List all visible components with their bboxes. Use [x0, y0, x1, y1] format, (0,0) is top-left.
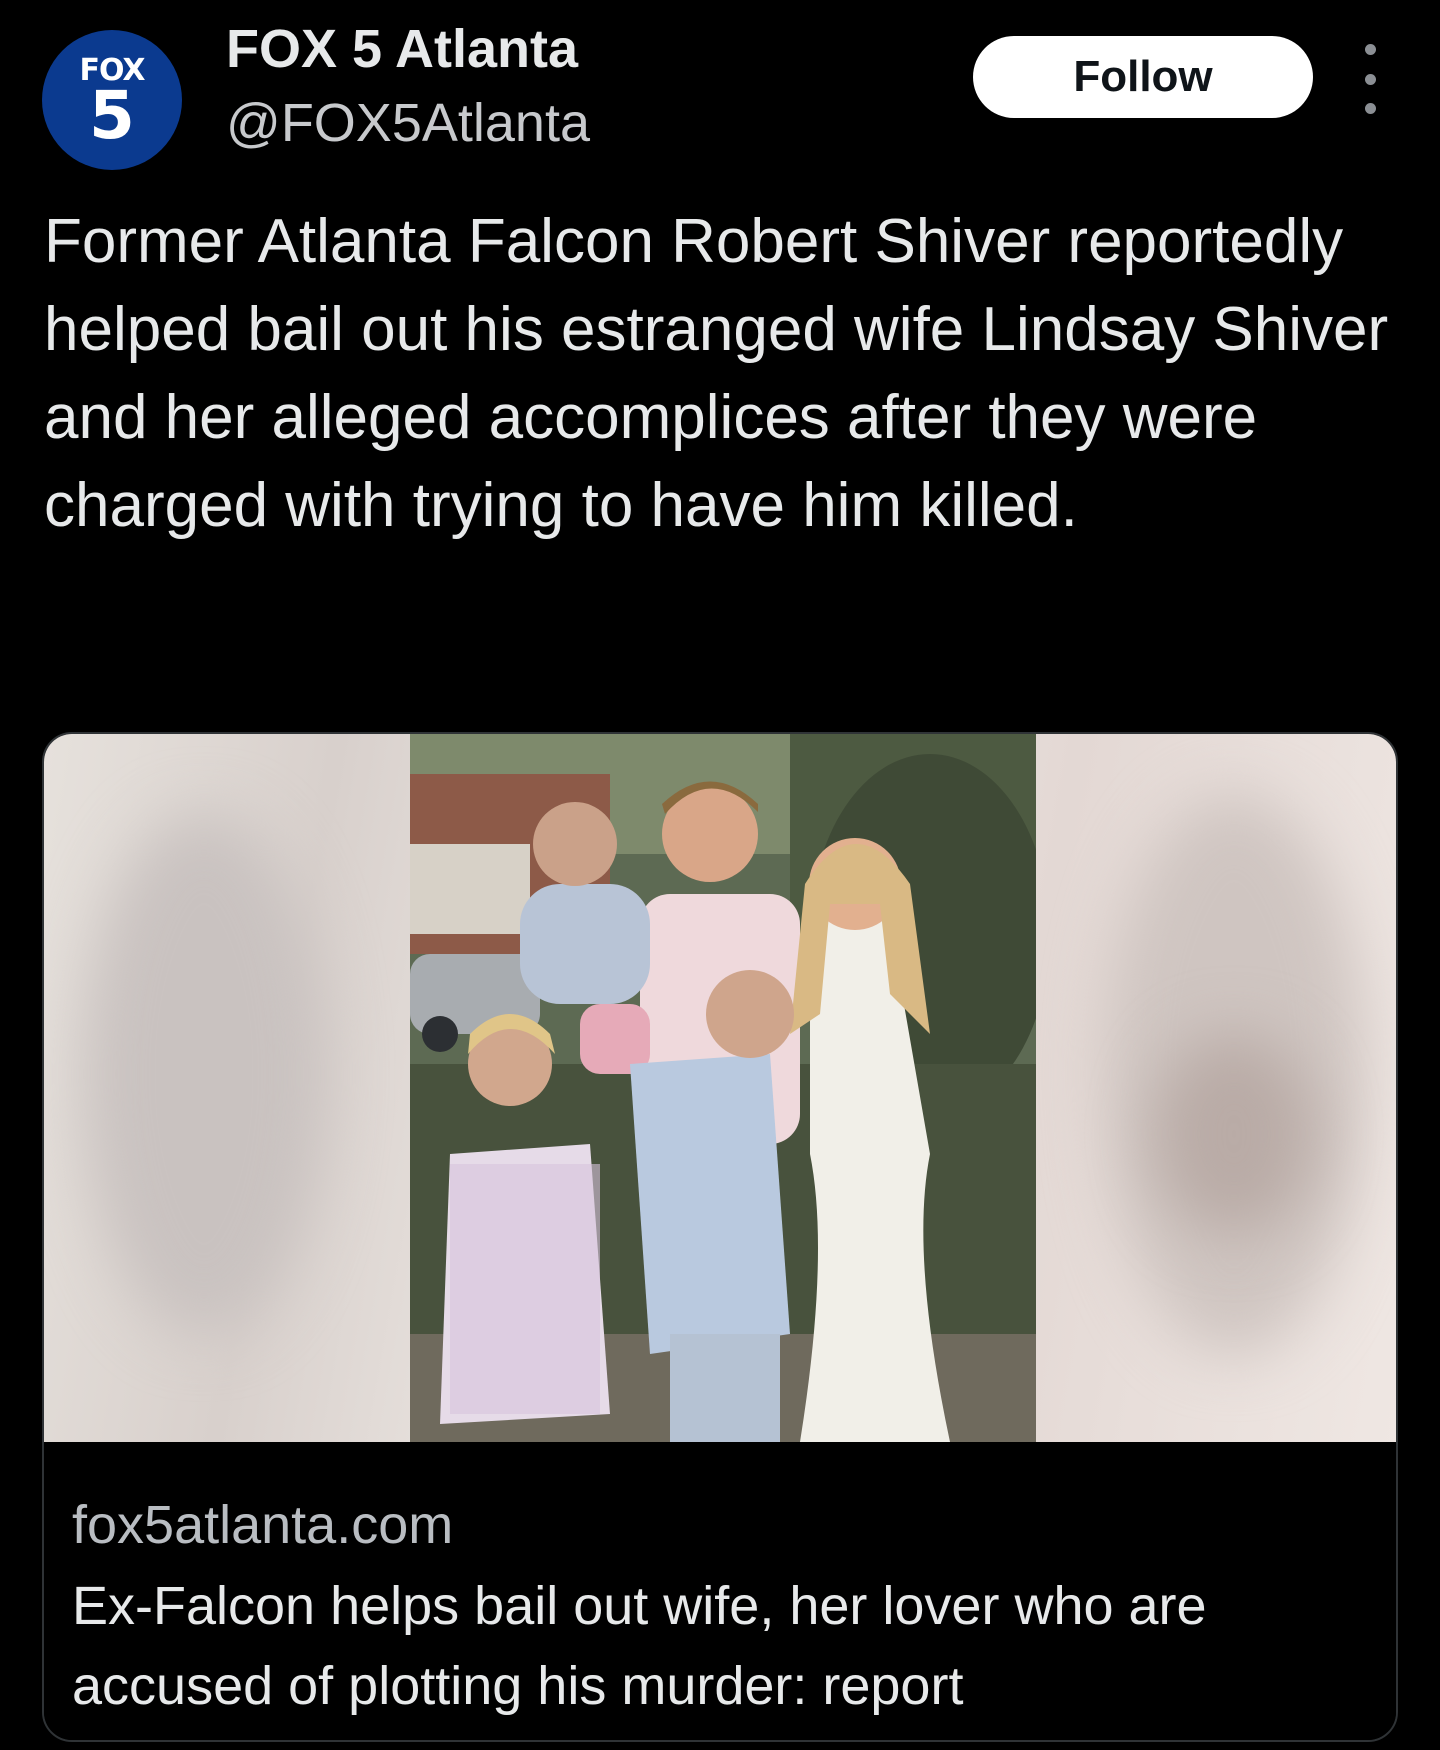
family-photo-illustration	[410, 734, 1036, 1442]
follow-button[interactable]: Follow	[973, 36, 1313, 118]
family-photo	[410, 734, 1036, 1442]
fox5-logo-number: 5	[89, 77, 135, 154]
card-title: Ex-Falcon helps bail out wife, her lover…	[72, 1576, 1207, 1716]
account-display-name[interactable]: FOX 5 Atlanta	[226, 18, 578, 80]
card-image	[44, 734, 1396, 1442]
blur-fill	[1154, 1034, 1314, 1234]
link-preview-card[interactable]: fox5atlanta.com Ex-Falcon helps bail out…	[42, 732, 1398, 1742]
more-vertical-icon[interactable]	[1350, 44, 1390, 114]
account-avatar[interactable]: FOX 5	[42, 30, 182, 170]
more-dot	[1364, 44, 1376, 55]
card-footer: fox5atlanta.com Ex-Falcon helps bail out…	[44, 1442, 1396, 1740]
card-domain: fox5atlanta.com	[72, 1495, 454, 1555]
tweet-text: Former Atlanta Falcon Robert Shiver repo…	[44, 207, 1389, 540]
more-dot	[1364, 73, 1376, 85]
account-handle[interactable]: @FOX5Atlanta	[226, 92, 590, 154]
blur-fill	[84, 814, 324, 1334]
more-dot	[1364, 103, 1376, 114]
